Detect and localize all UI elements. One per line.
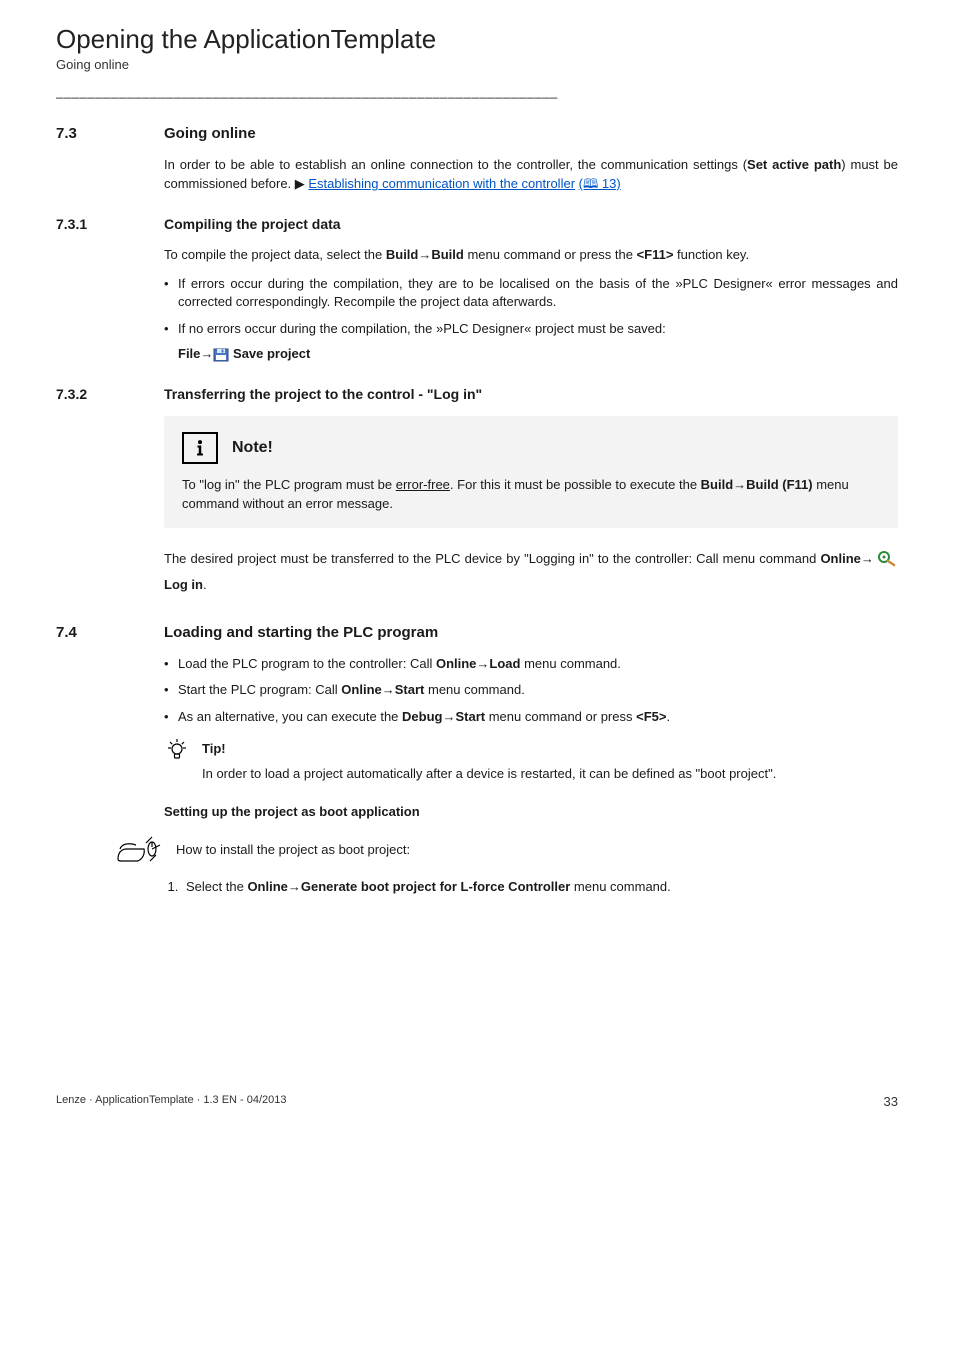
bullet-compile-no-errors: If no errors occur during the compilatio… xyxy=(164,320,898,364)
para-7-3-2-login: The desired project must be transferred … xyxy=(164,546,898,598)
text-fragment: If no errors occur during the compilatio… xyxy=(178,321,666,336)
menu-online-generate-boot: Online→Generate boot project for L-force… xyxy=(247,879,570,894)
text-underline-error-free: error-free xyxy=(396,477,450,492)
text-fragment: . xyxy=(666,709,670,724)
info-icon xyxy=(182,432,218,464)
page-header-subtitle: Going online xyxy=(56,57,898,72)
text-fragment: Load the PLC program to the controller: … xyxy=(178,656,436,671)
link-establishing-communication[interactable]: Establishing communication with the cont… xyxy=(308,176,575,191)
note-title: Note! xyxy=(232,439,273,457)
para-7-3-intro: In order to be able to establish an onli… xyxy=(164,156,898,194)
menu-online-load: Online→Load xyxy=(436,656,521,671)
link-page-ref-13[interactable]: (🕮 13) xyxy=(579,176,621,191)
menu-save-project: Save project xyxy=(229,346,310,361)
menu-online-start: Online→Start xyxy=(341,682,424,697)
text-fragment: menu command. xyxy=(520,656,620,671)
bullet-compile-errors: If errors occur during the compilation, … xyxy=(164,275,898,313)
tip-body: In order to load a project automatically… xyxy=(202,765,898,784)
section-title-going-online: Going online xyxy=(164,125,256,142)
text-fragment: menu command. xyxy=(424,682,524,697)
text-fragment: . For this it must be possible to execut… xyxy=(450,477,701,492)
section-title-loading-starting: Loading and starting the PLC program xyxy=(164,624,438,641)
section-number-7-3-1: 7.3.1 xyxy=(56,216,164,232)
text-fragment: Select the xyxy=(186,879,247,894)
step-1-generate-boot: Select the Online→Generate boot project … xyxy=(182,879,898,894)
text-fragment: menu command or press the xyxy=(464,247,637,262)
text-fragment: . xyxy=(203,577,207,592)
how-to-mouse-icon xyxy=(116,835,162,865)
tip-title: Tip! xyxy=(202,737,226,756)
text-fragment: As an alternative, you can execute the xyxy=(178,709,402,724)
note-box: Note! To "log in" the PLC program must b… xyxy=(164,416,898,528)
menu-online-arrow: Online→ xyxy=(820,551,873,566)
key-f11: <F11> xyxy=(637,247,674,262)
text-fragment: menu command. xyxy=(570,879,670,894)
footer-page-number: 33 xyxy=(884,1094,898,1109)
menu-log-in: Log in xyxy=(164,577,203,592)
text-fragment: In order to be able to establish an onli… xyxy=(164,157,747,172)
menu-build-build-f11: Build→Build (F11) xyxy=(701,477,813,492)
menu-build-build: Build→Build xyxy=(386,247,464,262)
text-fragment: function key. xyxy=(673,247,749,262)
page-header-title: Opening the ApplicationTemplate xyxy=(56,24,898,55)
footer-left: Lenze · ApplicationTemplate · 1.3 EN - 0… xyxy=(56,1094,287,1109)
note-body: To "log in" the PLC program must be erro… xyxy=(182,476,880,514)
text-fragment: The desired project must be transferred … xyxy=(164,551,820,566)
text-fragment: To "log in" the PLC program must be xyxy=(182,477,396,492)
section-title-transferring: Transferring the project to the control … xyxy=(164,386,482,402)
menu-debug-start: Debug→Start xyxy=(402,709,485,724)
section-number-7-4: 7.4 xyxy=(56,624,164,641)
para-7-3-1-compile: To compile the project data, select the … xyxy=(164,246,898,265)
bullet-start-plc: Start the PLC program: Call Online→Start… xyxy=(164,681,898,700)
text-fragment: Start the PLC program: Call xyxy=(178,682,341,697)
text-bold-set-active-path: Set active path xyxy=(747,157,841,172)
section-title-compiling: Compiling the project data xyxy=(164,216,341,232)
separator-dashes: _ _ _ _ _ _ _ _ _ _ _ _ _ _ _ _ _ _ _ _ … xyxy=(56,84,898,99)
howto-text: How to install the project as boot proje… xyxy=(176,842,410,857)
menu-file-arrow: File→ xyxy=(178,346,213,361)
bullet-load-plc: Load the PLC program to the controller: … xyxy=(164,655,898,674)
login-gear-icon xyxy=(878,551,898,567)
subheading-boot-application: Setting up the project as boot applicati… xyxy=(164,804,898,819)
text-fragment: To compile the project data, select the xyxy=(164,247,386,262)
lightbulb-tip-icon xyxy=(164,737,190,763)
text-fragment: menu command or press xyxy=(485,709,636,724)
floppy-disk-icon xyxy=(213,348,229,362)
section-number-7-3: 7.3 xyxy=(56,125,164,142)
bullet-alternative-debug: As an alternative, you can execute the D… xyxy=(164,708,898,727)
section-number-7-3-2: 7.3.2 xyxy=(56,386,164,402)
key-f5: <F5> xyxy=(636,709,666,724)
